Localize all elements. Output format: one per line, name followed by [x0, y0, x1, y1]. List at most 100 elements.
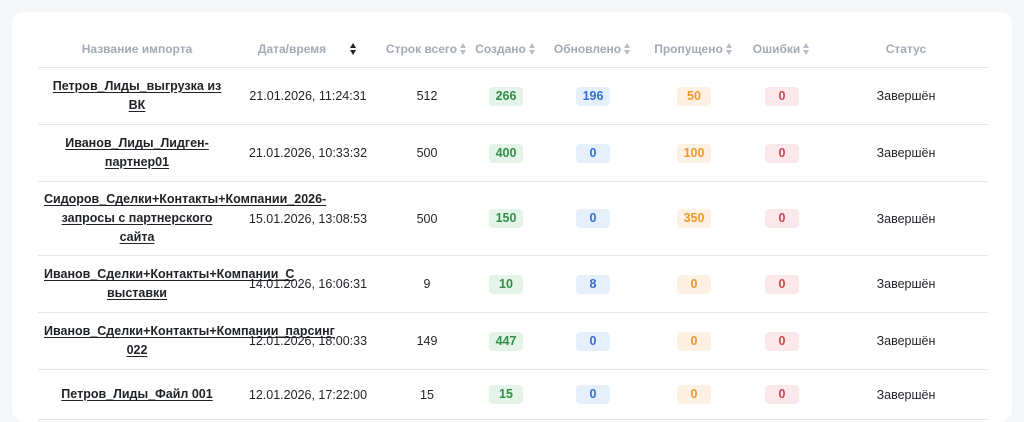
errors-badge: 0 — [765, 331, 799, 351]
cell-skipped: 50 — [648, 67, 740, 125]
updated-badge: 196 — [576, 86, 610, 106]
cell-name: Петров_Лиды_Файл 001 — [38, 369, 236, 420]
created-badge: 15 — [489, 385, 523, 404]
cell-status: Завершён — [824, 67, 988, 125]
header-errors[interactable]: Ошибки — [740, 30, 824, 68]
cell-datetime: 21.01.2026, 10:33:32 — [236, 124, 380, 182]
header-skipped[interactable]: Пропущено — [648, 30, 740, 68]
cell-datetime: 12.01.2026, 17:22:00 — [236, 369, 380, 420]
cell-errors: 0 — [740, 181, 824, 256]
imports-card: Название импорта Дата/время Строк всего … — [12, 12, 1012, 422]
cell-skipped: 100 — [648, 124, 740, 182]
created-badge: 10 — [489, 274, 523, 294]
cell-errors: 0 — [740, 124, 824, 182]
header-rows-total[interactable]: Строк всего — [380, 30, 474, 68]
cell-errors: 0 — [740, 312, 824, 370]
import-name-link[interactable]: Сидоров_Сделки+Контакты+Компании_2026-за… — [44, 190, 326, 247]
cell-updated: 0 — [538, 124, 648, 182]
sort-icon[interactable] — [624, 43, 632, 56]
header-name: Название импорта — [38, 30, 236, 68]
cell-rows-total: 9 — [380, 255, 474, 313]
errors-badge: 0 — [765, 86, 799, 106]
cell-datetime: 21.01.2026, 11:24:31 — [236, 67, 380, 125]
cell-updated: 8 — [538, 255, 648, 313]
sort-icon[interactable] — [725, 43, 734, 56]
import-name-link[interactable]: Петров_Лиды_выгрузка из ВК — [47, 77, 227, 115]
errors-badge: 0 — [765, 209, 799, 228]
header-created[interactable]: Создано — [474, 30, 538, 68]
errors-badge: 0 — [765, 143, 799, 163]
cell-datetime: 14.01.2026, 16:06:31 — [236, 255, 380, 313]
cell-updated: 0 — [538, 369, 648, 420]
cell-created: 266 — [474, 67, 538, 125]
skipped-badge: 350 — [677, 209, 711, 228]
updated-badge: 0 — [576, 331, 610, 351]
cell-status: Завершён — [824, 369, 988, 420]
cell-rows-total: 512 — [380, 67, 474, 125]
created-badge: 266 — [489, 86, 523, 106]
cell-errors: 0 — [740, 67, 824, 125]
sort-desc-icon[interactable] — [350, 43, 358, 56]
skipped-badge: 0 — [677, 385, 711, 404]
cell-rows-total: 149 — [380, 312, 474, 370]
cell-rows-total: 500 — [380, 181, 474, 256]
table-row: Иванов_Сделки+Контакты+Компании_С выстав… — [38, 255, 988, 313]
skipped-badge: 0 — [677, 331, 711, 351]
updated-badge: 8 — [576, 274, 610, 294]
cell-skipped: 0 — [648, 255, 740, 313]
skipped-badge: 50 — [677, 86, 711, 106]
cell-skipped: 350 — [648, 181, 740, 256]
sort-icon[interactable] — [460, 43, 468, 56]
cell-created: 400 — [474, 124, 538, 182]
cell-rows-total: 15 — [380, 369, 474, 420]
cell-errors: 0 — [740, 255, 824, 313]
import-name-link[interactable]: Иванов_Сделки+Контакты+Компании_С выстав… — [44, 265, 294, 303]
imports-table: Название импорта Дата/время Строк всего … — [38, 30, 988, 420]
cell-created: 15 — [474, 369, 538, 420]
table-header-row: Название импорта Дата/время Строк всего … — [38, 30, 988, 68]
sort-icon[interactable] — [803, 43, 811, 56]
cell-name: Иванов_Сделки+Контакты+Компании_С выстав… — [38, 255, 294, 313]
cell-updated: 0 — [538, 312, 648, 370]
sort-icon[interactable] — [528, 43, 537, 56]
cell-updated: 196 — [538, 67, 648, 125]
cell-updated: 0 — [538, 181, 648, 256]
cell-status: Завершён — [824, 181, 988, 256]
created-badge: 400 — [489, 143, 523, 163]
cell-rows-total: 500 — [380, 124, 474, 182]
table-row: Иванов_Сделки+Контакты+Компании_парсинг … — [38, 312, 988, 370]
skipped-badge: 100 — [677, 143, 711, 163]
cell-status: Завершён — [824, 255, 988, 313]
import-name-link[interactable]: Иванов_Сделки+Контакты+Компании_парсинг … — [44, 322, 335, 360]
errors-badge: 0 — [765, 274, 799, 294]
cell-name: Сидоров_Сделки+Контакты+Компании_2026-за… — [38, 181, 326, 256]
header-updated[interactable]: Обновлено — [538, 30, 648, 68]
cell-created: 447 — [474, 312, 538, 370]
import-name-link[interactable]: Иванов_Лиды_Лидген-партнер01 — [52, 134, 222, 172]
cell-skipped: 0 — [648, 312, 740, 370]
cell-name: Иванов_Лиды_Лидген-партнер01 — [38, 124, 236, 182]
cell-name: Петров_Лиды_выгрузка из ВК — [38, 67, 236, 125]
cell-status: Завершён — [824, 312, 988, 370]
created-badge: 150 — [489, 209, 523, 228]
updated-badge: 0 — [576, 143, 610, 163]
updated-badge: 0 — [576, 209, 610, 228]
table-row: Петров_Лиды_выгрузка из ВК 21.01.2026, 1… — [38, 67, 988, 125]
cell-status: Завершён — [824, 124, 988, 182]
header-status: Статус — [824, 30, 988, 68]
cell-created: 10 — [474, 255, 538, 313]
errors-badge: 0 — [765, 385, 799, 404]
cell-skipped: 0 — [648, 369, 740, 420]
cell-datetime: 12.01.2026, 18:00:33 — [236, 312, 380, 370]
created-badge: 447 — [489, 331, 523, 351]
skipped-badge: 0 — [677, 274, 711, 294]
updated-badge: 0 — [576, 385, 610, 404]
cell-created: 150 — [474, 181, 538, 256]
header-datetime[interactable]: Дата/время — [236, 30, 380, 68]
table-row: Иванов_Лиды_Лидген-партнер01 21.01.2026,… — [38, 124, 988, 182]
cell-errors: 0 — [740, 369, 824, 420]
table-row: Петров_Лиды_Файл 001 12.01.2026, 17:22:0… — [38, 369, 988, 420]
cell-name: Иванов_Сделки+Контакты+Компании_парсинг … — [38, 312, 335, 370]
table-row: Сидоров_Сделки+Контакты+Компании_2026-за… — [38, 181, 988, 256]
import-name-link[interactable]: Петров_Лиды_Файл 001 — [61, 385, 212, 404]
